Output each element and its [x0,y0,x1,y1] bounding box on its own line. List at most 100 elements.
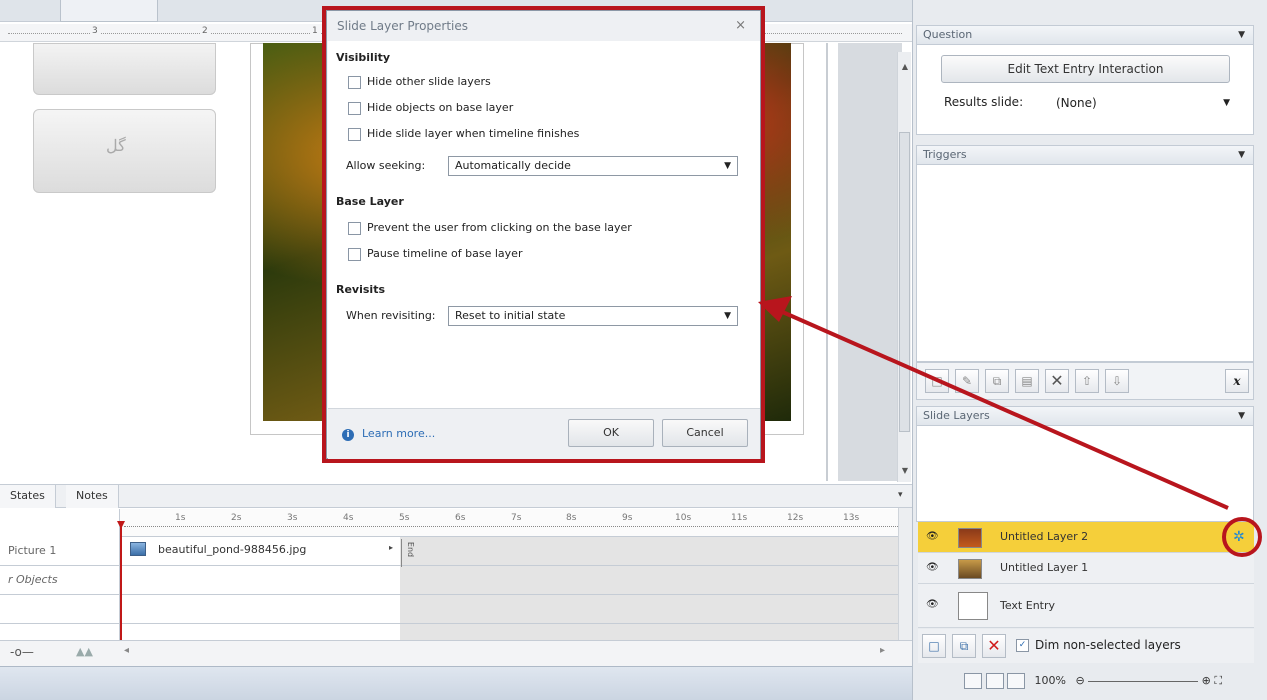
checkbox-icon[interactable] [348,75,361,89]
slide-layers-header-label: Slide Layers [923,409,990,422]
timeline-vertical-scrollbar[interactable] [898,508,912,642]
timeline-end-label: End [406,541,416,558]
option-hide-other-layers[interactable]: Hide other slide layers [348,75,491,89]
new-trigger-icon[interactable]: □ [925,369,949,393]
timeline-collapse-icon[interactable]: ▾ [898,490,903,500]
ok-button[interactable]: OK [568,419,654,447]
playhead-handle-icon[interactable] [117,521,125,529]
zoom-controls: 100% ⊖ ⊕ ⛶ [964,670,1254,692]
checkbox-icon[interactable] [348,101,361,115]
timeline-zoom-slider-icon[interactable]: -o— [10,645,34,659]
edit-text-entry-button[interactable]: Edit Text Entry Interaction [941,55,1230,83]
move-up-icon[interactable]: ⇧ [1075,369,1099,393]
cancel-button[interactable]: Cancel [662,419,748,447]
timeline-row [0,595,912,624]
slide-layers-panel-header[interactable]: Slide Layers ▼ [916,406,1254,426]
slide-sorter-icon[interactable] [985,673,1004,689]
duplicate-layer-icon[interactable]: ⧉ [952,634,976,658]
allow-seeking-select[interactable]: Automatically decide ▼ [448,156,738,176]
variables-button[interactable]: x [1225,369,1249,393]
picture-clip-label[interactable]: beautiful_pond-988456.jpg [158,543,306,556]
fit-window-icon[interactable]: ⛶ [1214,674,1222,687]
copy-trigger-icon[interactable]: ⧉ [985,369,1009,393]
timeline-ruler-dots [124,526,902,527]
move-down-icon[interactable]: ⇩ [1105,369,1129,393]
zoom-slider[interactable] [1088,680,1199,682]
layer-row-untitled-1[interactable]: 👁 Untitled Layer 1 [918,553,1254,584]
ruler-number: 2 [200,26,210,36]
triggers-list [916,165,1254,362]
dim-layers-checkbox[interactable]: ✓ Dim non-selected layers [1016,638,1181,652]
panel-menu-icon[interactable]: ▼ [1238,26,1245,44]
scroll-left-icon[interactable]: ◂ [124,645,129,656]
option-prevent-click-base[interactable]: Prevent the user from clicking on the ba… [348,221,632,235]
slide-layers-toolbar: □ ⧉ ✕ ✓ Dim non-selected layers [918,629,1254,663]
allow-seeking-value: Automatically decide [455,159,571,172]
tab-states[interactable]: States [0,485,56,508]
document-tab[interactable] [60,0,158,22]
zoom-out-icon[interactable]: ⊖ [1075,674,1084,687]
triggers-toolbar: □ ✎ ⧉ ▤ ✕ ⇧ ⇩ x [916,362,1254,400]
dialog-title-bar[interactable]: Slide Layer Properties × [327,11,760,41]
canvas-margin [838,43,902,481]
panel-menu-icon[interactable]: ▼ [1238,407,1245,425]
allow-seeking-label: Allow seeking: [346,159,426,172]
when-revisiting-value: Reset to initial state [455,309,566,322]
when-revisiting-select[interactable]: Reset to initial state ▼ [448,306,738,326]
timeline-ruler[interactable]: 1s 2s 3s 4s 5s 6s 7s 8s 9s 10s 11s 12s 1… [120,509,912,537]
tab-notes[interactable]: Notes [66,485,119,508]
delete-trigger-icon[interactable]: ✕ [1045,369,1069,393]
timeline-tick: 12s [787,513,804,523]
option-hide-base-objects[interactable]: Hide objects on base layer [348,101,513,115]
eye-icon[interactable]: 👁 [926,599,944,611]
eye-icon[interactable]: 👁 [926,531,944,543]
zoom-level: 100% [1034,674,1066,687]
triggers-header-label: Triggers [923,148,967,161]
triggers-panel-header[interactable]: Triggers ▼ [916,145,1254,165]
canvas-vertical-scrollbar[interactable]: ▲ ▼ [897,52,911,482]
scroll-right-icon[interactable]: ▸ [880,645,885,656]
timeline-row[interactable]: r Objects [0,566,912,595]
timeline-tick: 2s [231,513,242,523]
waveform-icon[interactable]: ▲▲ [76,645,93,658]
results-slide-select[interactable]: (None) ▼ [1044,90,1236,116]
option-label: Prevent the user from clicking on the ba… [367,221,632,234]
scroll-thumb[interactable] [899,132,910,432]
new-layer-icon[interactable]: □ [922,634,946,658]
checkbox-icon[interactable] [348,127,361,141]
layer-row-untitled-2[interactable]: 👁 Untitled Layer 2 ✲ [918,522,1254,553]
checkmark-icon[interactable]: ✓ [1016,639,1029,652]
option-hide-when-finished[interactable]: Hide slide layer when timeline finishes [348,127,579,141]
paste-trigger-icon[interactable]: ▤ [1015,369,1039,393]
scroll-down-icon[interactable]: ▼ [900,466,910,476]
learn-more-link[interactable]: i Learn more... [342,427,435,441]
option-pause-base-timeline[interactable]: Pause timeline of base layer [348,247,522,261]
question-panel-header[interactable]: Question ▼ [916,25,1254,45]
slide-button-top[interactable] [33,43,216,95]
timeline-end-marker[interactable]: End [401,539,416,567]
eye-icon[interactable]: 👁 [926,562,944,574]
scroll-up-icon[interactable]: ▲ [900,62,910,72]
layer-name: Untitled Layer 1 [1000,561,1089,574]
panel-menu-icon[interactable]: ▼ [1238,146,1245,164]
layer-thumbnail [958,528,982,548]
delete-layer-icon[interactable]: ✕ [982,634,1006,658]
slide-button-arabic[interactable]: گل [33,109,216,193]
gear-icon[interactable]: ✲ [1233,529,1245,545]
timeline-tick: 3s [287,513,298,523]
timeline-tick: 8s [566,513,577,523]
close-icon[interactable]: × [735,11,746,41]
zoom-in-icon[interactable]: ⊕ [1202,674,1211,687]
normal-view-icon[interactable] [964,673,982,689]
question-header-label: Question [923,28,973,41]
chevron-down-icon: ▼ [724,311,731,321]
timeline-playhead[interactable] [120,521,122,643]
when-revisiting-label: When revisiting: [346,309,436,322]
layer-row-text-entry[interactable]: 👁 Text Entry [918,584,1254,628]
checkbox-icon[interactable] [348,247,361,261]
layer-thumbnail [958,592,988,620]
clip-expand-icon[interactable]: ▸ [389,543,393,552]
fit-view-icon[interactable] [1007,673,1025,689]
checkbox-icon[interactable] [348,221,361,235]
edit-trigger-icon[interactable]: ✎ [955,369,979,393]
